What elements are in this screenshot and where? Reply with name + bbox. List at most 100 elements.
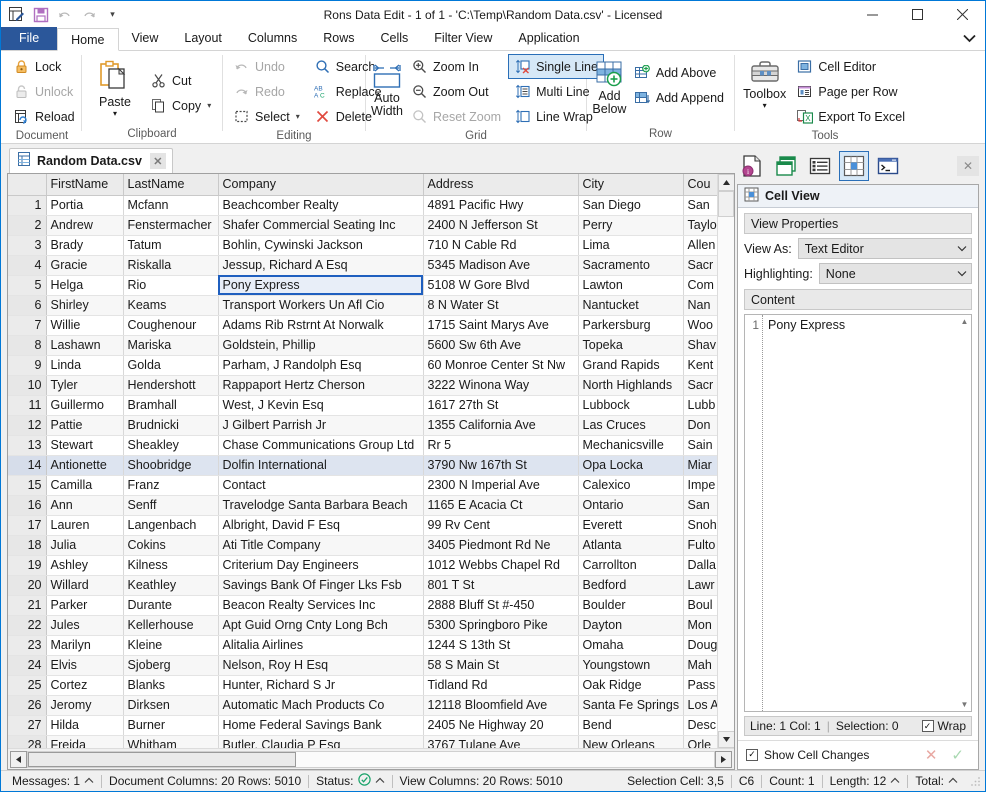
minimize-button[interactable] (850, 1, 895, 28)
row-number-cell[interactable]: 16 (8, 495, 46, 515)
cell-cou[interactable]: Sacr (683, 255, 717, 275)
cell-cou[interactable]: Desc (683, 715, 717, 735)
cell-company[interactable]: Rappaport Hertz Cherson (218, 375, 423, 395)
cell-address[interactable]: 2400 N Jefferson St (423, 215, 578, 235)
table-row[interactable]: 22JulesKellerhouseApt Guid Orng Cnty Lon… (8, 615, 717, 635)
cell-city[interactable]: Calexico (578, 475, 683, 495)
table-row[interactable]: 1PortiaMcfannBeachcomber Realty4891 Paci… (8, 195, 717, 215)
table-row[interactable]: 5HelgaRioPony Express5108 W Gore BlvdLaw… (8, 275, 717, 295)
row-number-cell[interactable]: 10 (8, 375, 46, 395)
cell-address[interactable]: 4891 Pacific Hwy (423, 195, 578, 215)
tab-file[interactable]: File (1, 27, 57, 50)
cell-address[interactable]: 5108 W Gore Blvd (423, 275, 578, 295)
column-header-city[interactable]: City (578, 174, 683, 195)
cell-content-text[interactable]: Pony Express (763, 315, 958, 711)
paste-button[interactable]: Paste ▾ (86, 54, 144, 119)
scroll-left-button[interactable] (10, 751, 27, 768)
cell-city[interactable]: Lima (578, 235, 683, 255)
lock-button[interactable]: Lock (7, 54, 81, 79)
cell-city[interactable]: Sacramento (578, 255, 683, 275)
tab-columns[interactable]: Columns (235, 27, 310, 50)
cell-firstname[interactable]: Andrew (46, 215, 123, 235)
cell-cou[interactable]: Impe (683, 475, 717, 495)
row-number-cell[interactable]: 3 (8, 235, 46, 255)
cell-firstname[interactable]: Jeromy (46, 695, 123, 715)
cell-company[interactable]: Chase Communications Group Ltd (218, 435, 423, 455)
cell-firstname[interactable]: Willard (46, 575, 123, 595)
cell-company[interactable]: Adams Rib Rstrnt At Norwalk (218, 315, 423, 335)
row-number-cell[interactable]: 23 (8, 635, 46, 655)
cell-address[interactable]: 1012 Webbs Chapel Rd (423, 555, 578, 575)
collapse-ribbon-button[interactable] (953, 27, 985, 50)
cell-cou[interactable]: Snoh (683, 515, 717, 535)
cell-firstname[interactable]: Lashawn (46, 335, 123, 355)
cell-address[interactable]: 58 S Main St (423, 655, 578, 675)
table-row[interactable]: 9LindaGoldaParham, J Randolph Esq60 Monr… (8, 355, 717, 375)
table-row[interactable]: 6ShirleyKeamsTransport Workers Un Afl Ci… (8, 295, 717, 315)
scroll-up-button[interactable] (718, 174, 734, 191)
row-number-cell[interactable]: 14 (8, 455, 46, 475)
reset-zoom-button[interactable]: Reset Zoom (405, 104, 507, 129)
cell-cou[interactable]: Doug (683, 635, 717, 655)
show-cell-changes-checkbox[interactable]: ✓ (746, 749, 758, 761)
cell-firstname[interactable]: Elvis (46, 655, 123, 675)
zoom-in-button[interactable]: Zoom In (405, 54, 507, 79)
cell-company[interactable]: West, J Kevin Esq (218, 395, 423, 415)
cell-address[interactable]: Tidland Rd (423, 675, 578, 695)
cell-cou[interactable]: Dalla (683, 555, 717, 575)
cell-city[interactable]: Youngstown (578, 655, 683, 675)
cell-cou[interactable]: Mah (683, 655, 717, 675)
cell-address[interactable]: 8 N Water St (423, 295, 578, 315)
table-row[interactable]: 4GracieRiskallaJessup, Richard A Esq5345… (8, 255, 717, 275)
cell-firstname[interactable]: Antionette (46, 455, 123, 475)
cell-firstname[interactable]: Guillermo (46, 395, 123, 415)
status-health[interactable]: Status: (309, 773, 391, 789)
cell-address[interactable]: 2888 Bluff St #-450 (423, 595, 578, 615)
row-number-cell[interactable]: 24 (8, 655, 46, 675)
document-info-icon[interactable]: i (737, 151, 767, 181)
cell-firstname[interactable]: Parker (46, 595, 123, 615)
cell-city[interactable]: Ontario (578, 495, 683, 515)
cell-company[interactable]: Contact (218, 475, 423, 495)
zoom-out-button[interactable]: Zoom Out (405, 79, 507, 104)
list-view-icon[interactable] (805, 151, 835, 181)
cell-cou[interactable]: Lawr (683, 575, 717, 595)
copy-caret-icon[interactable]: ▾ (207, 101, 211, 110)
cell-address[interactable]: 12118 Bloomfield Ave (423, 695, 578, 715)
row-number-cell[interactable]: 11 (8, 395, 46, 415)
cell-lastname[interactable]: Dirksen (123, 695, 218, 715)
cell-address[interactable]: 3405 Piedmont Rd Ne (423, 535, 578, 555)
copy-button[interactable]: Copy ▾ (144, 93, 217, 118)
chevron-up-icon[interactable] (890, 776, 900, 786)
cell-address[interactable]: 1165 E Acacia Ct (423, 495, 578, 515)
cell-address[interactable]: 801 T St (423, 575, 578, 595)
tab-application[interactable]: Application (505, 27, 592, 50)
cell-city[interactable]: Nantucket (578, 295, 683, 315)
row-number-cell[interactable]: 13 (8, 435, 46, 455)
grid-horizontal-scrollbar[interactable] (8, 748, 734, 769)
cell-city[interactable]: Lubbock (578, 395, 683, 415)
cell-cou[interactable]: Woo (683, 315, 717, 335)
cell-firstname[interactable]: Shirley (46, 295, 123, 315)
cell-cou[interactable]: Fulto (683, 535, 717, 555)
cell-content-editor[interactable]: 1 Pony Express ▲ ▼ (744, 314, 972, 712)
cell-city[interactable]: Bend (578, 715, 683, 735)
select-button[interactable]: Select ▾ (227, 104, 306, 129)
tab-rows[interactable]: Rows (310, 27, 367, 50)
close-button[interactable] (940, 1, 985, 28)
cell-company[interactable]: Alitalia Airlines (218, 635, 423, 655)
cell-company[interactable]: Criterium Day Engineers (218, 555, 423, 575)
cell-company[interactable]: Savings Bank Of Finger Lks Fsb (218, 575, 423, 595)
row-number-cell[interactable]: 18 (8, 535, 46, 555)
cell-firstname[interactable]: Ann (46, 495, 123, 515)
cell-lastname[interactable]: Keams (123, 295, 218, 315)
cell-address[interactable]: 99 Rv Cent (423, 515, 578, 535)
row-number-cell[interactable]: 15 (8, 475, 46, 495)
table-row[interactable]: 25CortezBlanksHunter, Richard S JrTidlan… (8, 675, 717, 695)
data-grid[interactable]: FirstName LastName Company Address City … (7, 173, 735, 770)
document-tab-random-data[interactable]: Random Data.csv ✕ (9, 148, 173, 173)
cell-lastname[interactable]: Franz (123, 475, 218, 495)
cell-firstname[interactable]: Jules (46, 615, 123, 635)
table-row[interactable]: 28FreidaWhithamButler, Claudia P Esq3767… (8, 735, 717, 748)
cell-company[interactable]: Goldstein, Phillip (218, 335, 423, 355)
